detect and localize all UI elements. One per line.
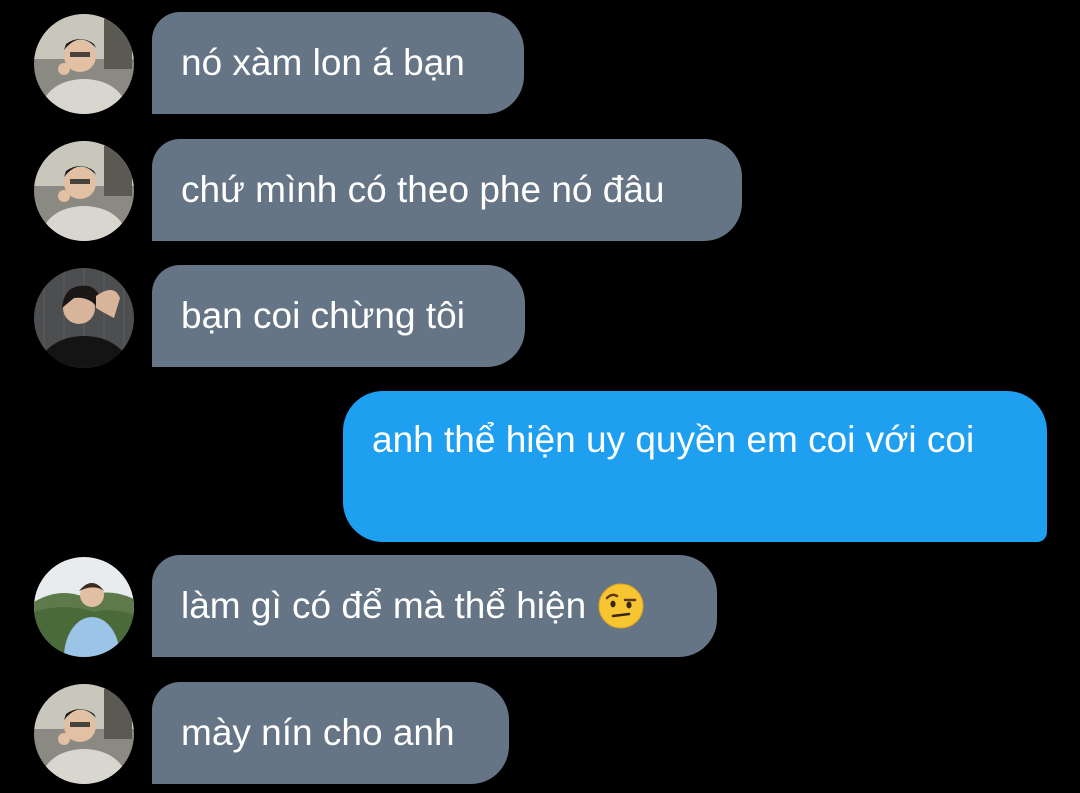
- message-text: chứ mình có theo phe nó đâu: [181, 169, 665, 210]
- message-text: làm gì có để mà thể hiện: [181, 585, 587, 626]
- message-bubble-incoming[interactable]: bạn coi chừng tôi: [152, 265, 525, 367]
- avatar[interactable]: [34, 14, 134, 114]
- message-bubble-outgoing[interactable]: anh thể hiện uy quyền em coi với coi: [343, 391, 1047, 542]
- raised-eyebrow-face-icon: [598, 583, 644, 629]
- avatar-photo-icon: [34, 557, 134, 657]
- message-bubble-incoming[interactable]: chứ mình có theo phe nó đâu: [152, 139, 742, 241]
- avatar[interactable]: [34, 141, 134, 241]
- avatar-photo-icon: [34, 141, 134, 241]
- avatar-photo-icon: [34, 684, 134, 784]
- message-text: anh thể hiện uy quyền em coi với coi: [372, 419, 975, 460]
- message-bubble-incoming[interactable]: nó xàm lon á bạn: [152, 12, 524, 114]
- message-text: nó xàm lon á bạn: [181, 42, 465, 83]
- avatar[interactable]: [34, 268, 134, 368]
- message-text: mày nín cho anh: [181, 712, 455, 753]
- message-bubble-incoming[interactable]: mày nín cho anh: [152, 682, 509, 784]
- avatar[interactable]: [34, 684, 134, 784]
- message-bubble-incoming[interactable]: làm gì có để mà thể hiện: [152, 555, 717, 657]
- avatar[interactable]: [34, 557, 134, 657]
- message-text: bạn coi chừng tôi: [181, 295, 465, 336]
- avatar-photo-icon: [34, 268, 134, 368]
- avatar-photo-icon: [34, 14, 134, 114]
